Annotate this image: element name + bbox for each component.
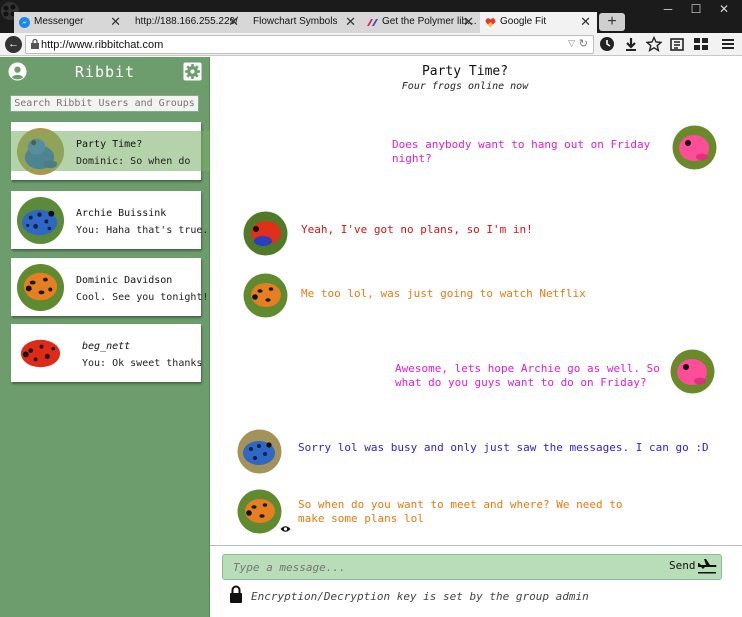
composer-area: Send Encryption/Decryption key is set by… <box>210 545 742 617</box>
app-title: Ribbit <box>74 63 136 81</box>
conversation-item-party-time[interactable]: Party Time? Dominic: So when do <box>11 122 210 180</box>
close-icon[interactable]: ✕ <box>228 14 239 30</box>
blue-spotted-frog-avatar <box>237 429 282 474</box>
message-text: So when do you want to meet and where? W… <box>298 498 623 525</box>
encryption-note: Encryption/Decryption key is set by the … <box>251 590 589 603</box>
conversation-name: Dominic Davidson <box>76 275 173 286</box>
window-close-icon[interactable]: ✕ <box>714 2 734 16</box>
tab-ip-address[interactable]: http://188.166.255.229/ ✕ <box>127 12 245 33</box>
blue-spotted-frog-avatar <box>16 196 65 245</box>
tab-label: Messenger <box>34 16 84 27</box>
conversation-preview: You: Ok sweet thanks <box>82 358 203 369</box>
conversation-item-beg-nett[interactable]: beg_nett You: Ok sweet thanks <box>11 324 203 382</box>
search-input[interactable] <box>10 95 199 112</box>
close-icon[interactable]: ✕ <box>110 14 121 30</box>
reading-list-icon[interactable] <box>669 36 685 52</box>
url-text[interactable]: http://www.ribbitchat.com <box>41 39 163 51</box>
message-text: Awesome, lets hope Archie go as well. So… <box>395 362 660 389</box>
airplane-icon[interactable] <box>697 558 717 574</box>
chat-subtitle: Four frogs online now <box>401 81 529 92</box>
address-bar[interactable]: http://www.ribbitchat.com ▽ ↻ <box>25 35 594 54</box>
reload-icon[interactable]: ↻ <box>579 37 588 50</box>
browser-toolbar: ← http://www.ribbitchat.com ▽ ↻ <box>0 33 742 56</box>
orange-frog-avatar <box>243 273 288 318</box>
messenger-icon <box>19 17 30 28</box>
maximize-icon[interactable]: ☐ <box>686 2 706 16</box>
history-icon[interactable] <box>599 36 615 52</box>
gear-icon[interactable] <box>183 62 202 81</box>
extensions-grid-icon[interactable] <box>693 36 709 52</box>
tab-google-fit[interactable]: Google Fit ✕ <box>480 12 597 33</box>
orange-frog-avatar <box>237 489 282 534</box>
conversation-preview: You: Haha that's true. <box>76 225 209 236</box>
eye-icon <box>280 526 291 532</box>
tab-flowchart-symbols[interactable]: Flowchart Symbols ✕ <box>245 12 362 33</box>
message-input[interactable] <box>222 554 722 580</box>
pink-frog-avatar <box>670 349 715 394</box>
google-fit-icon <box>485 18 496 27</box>
conversation-name: Party Time? <box>76 139 143 150</box>
tab-label: Google Fit <box>500 16 547 27</box>
orange-frog-avatar <box>16 263 65 312</box>
chat-title: Party Time? <box>421 64 509 79</box>
conversation-preview: Cool. See you tonight! <box>76 292 209 303</box>
send-button[interactable]: Send <box>669 559 696 572</box>
minimize-icon[interactable]: ─ <box>658 2 678 16</box>
back-arrow-icon[interactable]: ← <box>5 36 22 53</box>
conversation-name: Archie Buissink <box>76 208 167 219</box>
new-tab-button[interactable]: + <box>599 13 625 31</box>
close-icon[interactable]: ✕ <box>463 14 474 30</box>
message-text: Yeah, I've got no plans, so I'm in! <box>301 223 533 236</box>
download-icon[interactable] <box>623 36 639 52</box>
dropdown-arrow-icon[interactable]: ▽ <box>568 38 575 49</box>
pink-frog-avatar <box>672 125 717 170</box>
message-text: Sorry lol was busy and only just saw the… <box>298 441 709 454</box>
message-text: Me too lol, was just going to watch Netf… <box>301 287 586 300</box>
menu-icon[interactable] <box>720 36 736 52</box>
conversation-item-dominic-davidson[interactable]: Dominic Davidson Cool. See you tonight! <box>11 258 208 316</box>
tab-label: http://188.166.255.229/ <box>135 16 238 27</box>
conversation-item-archie-buissink[interactable]: Archie Buissink You: Haha that's true. <box>11 191 208 249</box>
tab-label: Flowchart Symbols <box>253 16 338 27</box>
conversation-preview: Dominic: So when do <box>76 156 191 167</box>
red-frog-avatar <box>243 211 288 256</box>
close-icon[interactable]: ✕ <box>580 14 591 30</box>
conversation-sidebar: Ribbit Party Time? Dominic: So when do A… <box>0 57 210 617</box>
lock-icon <box>31 39 39 49</box>
message-text: Does anybody want to hang out on Friday … <box>392 138 651 165</box>
polymer-icon <box>367 19 378 26</box>
close-icon[interactable]: ✕ <box>345 14 356 30</box>
bookmark-star-icon[interactable] <box>646 36 662 52</box>
lock-icon <box>230 585 242 603</box>
red-frog-avatar <box>16 329 65 378</box>
conversation-name: beg_nett <box>82 341 131 352</box>
browser-tab-bar: Messenger ✕ http://188.166.255.229/ ✕ Fl… <box>0 0 742 33</box>
blue-frog-avatar <box>16 127 65 176</box>
tab-messenger[interactable]: Messenger ✕ <box>14 12 127 33</box>
tab-polymer[interactable]: Get the Polymer lib… ✕ <box>362 12 480 33</box>
